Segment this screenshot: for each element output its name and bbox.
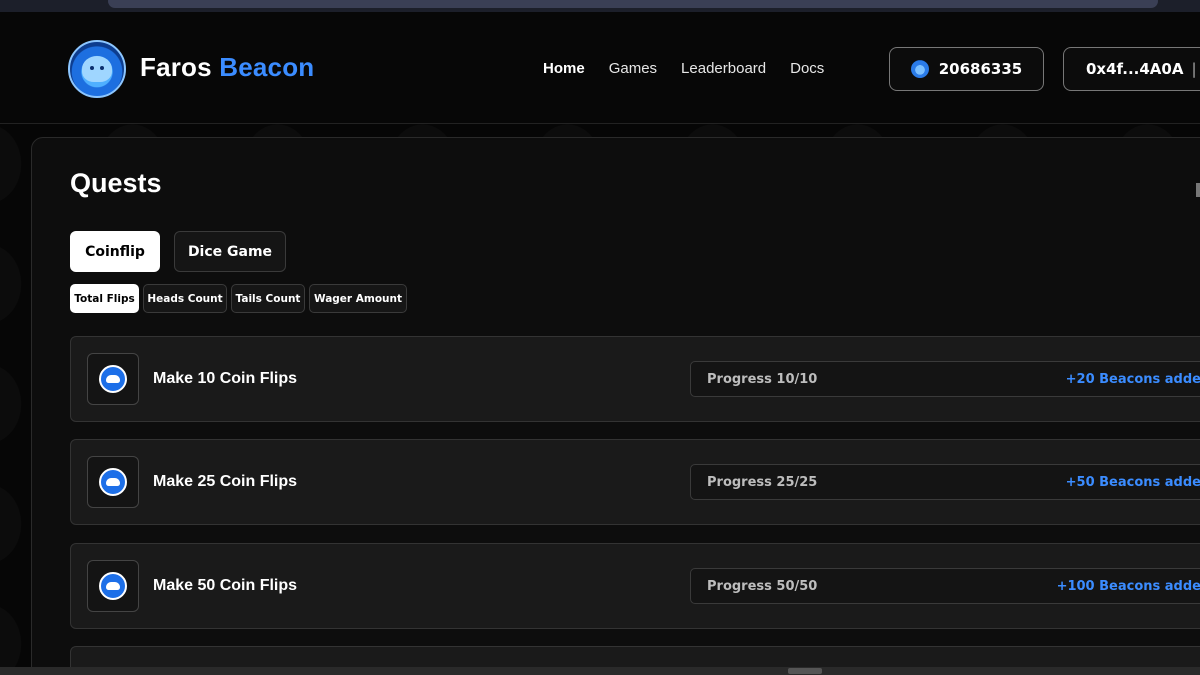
tab-dice-game[interactable]: Dice Game: [174, 231, 286, 272]
quest-progress-box: Progress 50/50 +100 Beacons adde: [690, 568, 1200, 604]
quest-title: Make 50 Coin Flips: [153, 577, 298, 594]
browser-top-strip: [0, 0, 1200, 12]
brand-name[interactable]: Faros Beacon: [140, 52, 314, 83]
quest-title: Make 25 Coin Flips: [153, 473, 298, 490]
main-nav: Home Games Leaderboard Docs: [543, 60, 848, 77]
coin-cloud-icon: [99, 468, 127, 496]
nav-docs[interactable]: Docs: [790, 60, 824, 77]
beacon-coin-icon: [910, 60, 929, 78]
quest-reward: +50 Beacons adde: [1065, 475, 1200, 490]
coin-cloud-icon: [99, 365, 127, 393]
quest-card[interactable]: Make 50 Coin Flips Progress 50/50 +100 B…: [70, 543, 1200, 629]
nav-home[interactable]: Home: [543, 60, 585, 77]
panel-scroll-indicator: [1196, 183, 1200, 197]
quest-progress: Progress 50/50: [707, 579, 818, 594]
brand-primary: Faros: [140, 52, 212, 82]
site-header: Faros Beacon Home Games Leaderboard Docs…: [0, 12, 1200, 124]
subtab-tails-count[interactable]: Tails Count: [231, 284, 305, 313]
quest-title: Make 10 Coin Flips: [153, 370, 298, 387]
wallet-button[interactable]: 0x4f...4A0A | 4: [1063, 47, 1200, 91]
quest-progress-box: Progress 10/10 +20 Beacons adde: [690, 361, 1200, 397]
quest-progress: Progress 25/25: [707, 475, 818, 490]
quest-icon-box: [87, 560, 139, 612]
address-bar[interactable]: [108, 0, 1158, 8]
brand-accent: Beacon: [219, 52, 315, 82]
nav-games[interactable]: Games: [609, 60, 657, 77]
logo-face: [82, 56, 112, 82]
quest-progress: Progress 10/10: [707, 372, 818, 387]
subtab-heads-count[interactable]: Heads Count: [143, 284, 227, 313]
wallet-separator: |: [1191, 60, 1197, 78]
app-root: Faros Beacon Home Games Leaderboard Docs…: [0, 0, 1200, 675]
nav-leaderboard[interactable]: Leaderboard: [681, 60, 766, 77]
subtab-wager-amount[interactable]: Wager Amount: [309, 284, 407, 313]
coin-cloud-icon: [99, 572, 127, 600]
page-title: Quests: [70, 168, 162, 198]
subtab-total-flips[interactable]: Total Flips: [70, 284, 139, 313]
quest-icon-box: [87, 456, 139, 508]
bottom-scrollbar[interactable]: [0, 667, 1200, 675]
balance-button[interactable]: 20686335: [889, 47, 1044, 91]
wallet-address: 0x4f...4A0A: [1086, 60, 1184, 78]
balance-value: 20686335: [938, 60, 1023, 78]
quest-reward: +20 Beacons adde: [1065, 372, 1200, 387]
scrollbar-thumb[interactable]: [788, 668, 822, 674]
quest-reward: +100 Beacons adde: [1056, 579, 1200, 594]
quest-icon-box: [87, 353, 139, 405]
quest-card[interactable]: Make 25 Coin Flips Progress 25/25 +50 Be…: [70, 439, 1200, 525]
tab-coinflip[interactable]: Coinflip: [70, 231, 160, 272]
quest-progress-box: Progress 25/25 +50 Beacons adde: [690, 464, 1200, 500]
quest-card[interactable]: Make 10 Coin Flips Progress 10/10 +20 Be…: [70, 336, 1200, 422]
octopus-logo-icon[interactable]: [68, 40, 126, 98]
